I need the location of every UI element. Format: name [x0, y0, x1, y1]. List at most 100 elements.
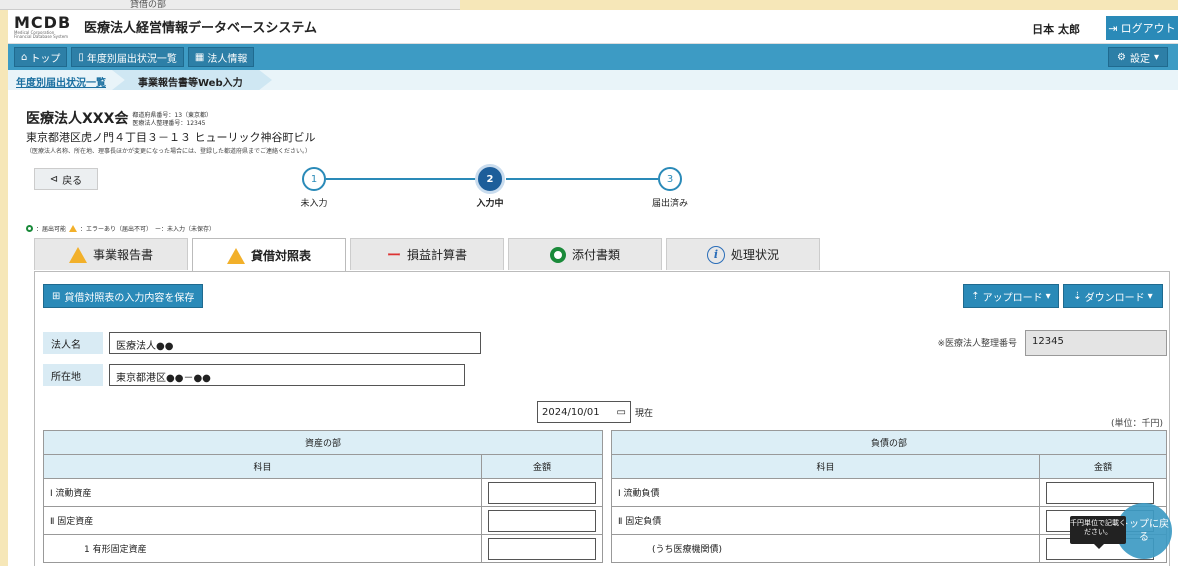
username: 日本 太郎 [1032, 23, 1080, 36]
legend-error: ：エラーあり（届出不可） [80, 226, 153, 233]
legend-unsaved: ー：未入力（未保存） [155, 226, 216, 233]
app-window: MCDB Medical Corporation Financial Datab… [8, 10, 1178, 566]
assets-title: 資産の部 [43, 430, 603, 455]
amount-input[interactable] [1046, 481, 1154, 504]
corp-name-label: 法人名 [43, 332, 103, 354]
info-icon: i [706, 245, 725, 264]
settings-button[interactable]: ⚙ 設定 ▾ [1108, 47, 1168, 67]
warning-triangle-icon [69, 225, 78, 232]
breadcrumb-current: 事業報告書等Web入力 [112, 70, 272, 90]
liability-row-label: (うち医療機関債) [611, 534, 1040, 563]
table-row: 1 有形固定資産 [43, 534, 603, 563]
logout-button[interactable]: ⇥ ログアウト [1106, 16, 1178, 40]
tab-business-report[interactable]: 事業報告書 [34, 238, 188, 270]
background-window-strip: 貸借の部 [0, 0, 460, 10]
unit-label: (単位：千円) [1110, 419, 1163, 429]
warning-triangle-icon [68, 246, 87, 263]
org-info: 医療法人XXX会 都道府県番号：13（東京都） 医療法人整理番号：12345 東… [26, 108, 316, 155]
breadcrumb-yearly-link[interactable]: 年度別届出状況一覧 [16, 74, 106, 89]
document-icon: ▯ [78, 51, 84, 63]
logo-subtext: Medical Corporation Financial Database S… [14, 29, 69, 39]
save-button[interactable]: ⊞ 貸借対照表の入力内容を保存 [43, 284, 204, 308]
logout-label: ログアウト [1120, 22, 1176, 35]
caret-down-icon: ▾ [1153, 51, 1159, 63]
upload-icon: ⇡ [971, 290, 980, 302]
nav-yearly-label: 年度別届出状況一覧 [86, 53, 177, 65]
amount-input[interactable] [488, 481, 596, 504]
building-icon: ▦ [194, 51, 205, 63]
tab-attachments[interactable]: 添付書類 [508, 238, 662, 270]
back-label: 戻る [62, 175, 83, 187]
app-logo: MCDB Medical Corporation Financial Datab… [14, 14, 70, 39]
tab-processing-status-label: 処理状況 [730, 248, 779, 262]
table-row: Ⅰ 流動資産 [43, 478, 603, 507]
nav-bar: ⌂ トップ ▯ 年度別届出状況一覧 ▦ 法人情報 ⚙ 設定 ▾ [8, 44, 1178, 70]
tab-bar: 事業報告書 貸借対照表 ー 損益計算書 添付書類 i 処理状況 [34, 238, 820, 272]
liability-row-label: Ⅱ 固定負債 [611, 506, 1040, 535]
breadcrumb: 年度別届出状況一覧 事業報告書等Web入力 [8, 70, 1178, 90]
step-3-label: 届出済み [651, 199, 688, 209]
save-icon: ⊞ [52, 290, 61, 302]
reg-number-value: 12345 [1025, 330, 1167, 356]
liabilities-title: 負債の部 [611, 430, 1167, 455]
step-2-label: 入力中 [476, 199, 504, 209]
background-text: 貸借の部 [130, 0, 167, 10]
tab-balance-sheet[interactable]: 貸借対照表 [192, 238, 346, 272]
amount-input[interactable] [488, 509, 596, 532]
corp-name-input[interactable]: 医療法人●● [109, 332, 481, 354]
step-3-circle: 3 [658, 167, 682, 191]
download-icon: ⇣ [1073, 290, 1082, 302]
save-label: 貸借対照表の入力内容を保存 [64, 292, 195, 304]
assets-col-item: 科目 [43, 454, 482, 479]
asset-row-label: Ⅱ 固定資産 [43, 506, 482, 535]
org-corp-no: 医療法人整理番号：12345 [132, 120, 206, 128]
liabilities-col-amount: 金額 [1039, 454, 1167, 479]
nav-top-label: トップ [30, 53, 61, 65]
org-note: （医療法人名称、所在地、理事長ほかが変更になった場合には、登録した都道府県までご… [26, 148, 312, 155]
tab-balance-sheet-label: 貸借対照表 [250, 249, 311, 263]
nav-corp-label: 法人情報 [207, 53, 248, 65]
tab-income-statement-label: 損益計算書 [406, 248, 467, 262]
background-left-edge [0, 10, 8, 566]
liability-row-label: Ⅰ 流動負債 [611, 478, 1040, 507]
step-1-circle: 1 [302, 167, 326, 191]
asset-row-label: Ⅰ 流動資産 [43, 478, 482, 507]
download-label: ダウンロード [1084, 292, 1145, 304]
back-button[interactable]: ⊲ 戻る [34, 168, 98, 190]
nav-top-button[interactable]: ⌂ トップ [14, 47, 68, 67]
tab-business-report-label: 事業報告書 [92, 248, 153, 262]
nav-yearly-button[interactable]: ▯ 年度別届出状況一覧 [71, 47, 184, 67]
tab-income-statement[interactable]: ー 損益計算書 [350, 238, 504, 270]
upload-button[interactable]: ⇡ アップロード ▾ [963, 284, 1059, 308]
ok-circle-icon [26, 225, 33, 232]
download-button[interactable]: ⇣ ダウンロード ▾ [1063, 284, 1163, 308]
assets-col-amount: 金額 [481, 454, 603, 479]
date-suffix: 現在 [635, 409, 654, 419]
caret-down-icon: ▾ [1147, 290, 1153, 302]
home-icon: ⌂ [21, 51, 28, 63]
logout-icon: ⇥ [1108, 21, 1118, 35]
calendar-icon: ▭ [616, 406, 626, 418]
org-name: 医療法人XXX会 [26, 111, 129, 127]
gear-icon: ⚙ [1117, 51, 1126, 63]
caret-down-icon: ▾ [1045, 290, 1051, 302]
reg-number-label: ※医療法人整理番号 [937, 339, 1017, 349]
balance-sheet-panel: ⊞ 貸借対照表の入力内容を保存 ⇡ アップロード ▾ ⇣ ダウンロード ▾ 法人… [34, 271, 1170, 566]
address-input[interactable]: 東京都港区●●－●● [109, 364, 465, 386]
org-address: 東京都港区虎ノ門４丁目３－１３ ヒューリック神谷町ビル [26, 131, 316, 144]
nav-corp-info-button[interactable]: ▦ 法人情報 [187, 47, 255, 67]
step-2-circle: 2 [478, 167, 502, 191]
address-label: 所在地 [43, 364, 103, 386]
tab-processing-status[interactable]: i 処理状況 [666, 238, 820, 270]
step-1-label: 未入力 [300, 199, 328, 209]
table-row: Ⅱ 固定資産 [43, 506, 603, 535]
progress-stepper: 1 2 3 未入力 入力中 届出済み [292, 164, 692, 210]
back-icon: ⊲ [49, 173, 59, 185]
liabilities-col-item: 科目 [611, 454, 1040, 479]
date-input[interactable]: 2024/10/01 ▭ [537, 401, 631, 423]
asset-row-label: 1 有形固定資産 [43, 534, 482, 563]
amount-input[interactable] [488, 537, 596, 560]
settings-label: 設定 [1129, 53, 1150, 65]
warning-triangle-icon [226, 247, 245, 264]
app-header: MCDB Medical Corporation Financial Datab… [8, 10, 1178, 44]
